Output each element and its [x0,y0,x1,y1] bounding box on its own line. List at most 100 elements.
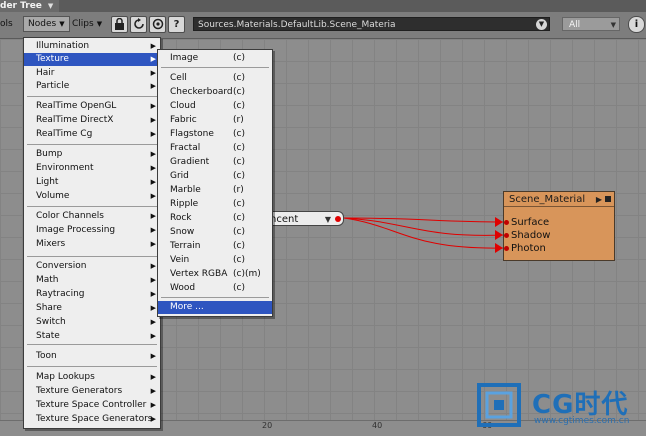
menu-item-mixers[interactable]: Mixers ▶ [24,238,160,251]
texture-item-terrain[interactable]: Terrain (c) [158,240,272,253]
expand-icon[interactable]: ▶ [596,192,602,207]
menu-item-bump[interactable]: Bump ▶ [24,148,160,161]
submenu-arrow-icon: ▶ [150,387,156,395]
refresh-icon[interactable] [130,16,147,33]
texture-item-marble[interactable]: Marble (r) [158,184,272,197]
lock-icon[interactable] [111,16,128,33]
menu-item-label: Vein [170,255,190,265]
texture-item-grid[interactable]: Grid (c) [158,170,272,183]
input-arrow-icon [495,230,503,240]
tools-menu-label: ols [0,19,13,29]
nodes-menu-button[interactable]: Nodes ▼ [23,16,70,32]
menu-item-label: Terrain [170,241,201,251]
menu-item-raytracing[interactable]: Raytracing ▶ [24,288,160,301]
output-port[interactable] [605,196,611,202]
menu-item-texture-space-controller[interactable]: Texture Space Controller ▶ [24,399,160,412]
texture-item-gradient[interactable]: Gradient (c) [158,156,272,169]
texture-item-snow[interactable]: Snow (c) [158,226,272,239]
chevron-down-icon: ▼ [96,20,103,28]
menu-item-label: Color Channels [36,211,104,221]
texture-item-vertex-rgba[interactable]: Vertex RGBA (c)(m) [158,268,272,281]
menu-item-texture[interactable]: Texture ▶ [24,53,160,66]
menu-item-conversion[interactable]: Conversion ▶ [24,260,160,273]
menu-item-texture-generators[interactable]: Texture Generators ▶ [24,385,160,398]
input-port-shadow[interactable]: Shadow [495,229,550,242]
scene-material-node[interactable]: Scene_Material ▶ Surface Shadow Photon [495,191,615,261]
output-port[interactable] [335,216,341,222]
menu-item-color-channels[interactable]: Color Channels ▶ [24,210,160,223]
menu-item-label: Grid [170,171,189,181]
ruler-tick: 40 [372,421,383,430]
menu-item-particle[interactable]: Particle ▶ [24,80,160,93]
menu-item-realtime-cg[interactable]: RealTime Cg ▶ [24,128,160,141]
menu-item-math[interactable]: Math ▶ [24,274,160,287]
menu-item-state[interactable]: State ▶ [24,330,160,343]
path-value: Sources.Materials.DefaultLib.Scene_Mater… [198,20,396,30]
tools-menu-button[interactable]: ols [0,17,13,31]
menu-item-hair[interactable]: Hair ▶ [24,67,160,80]
texture-item-more[interactable]: More ... [158,301,272,314]
menu-item-label: Fabric [170,115,197,125]
menu-item-volume[interactable]: Volume ▶ [24,190,160,203]
path-field[interactable]: Sources.Materials.DefaultLib.Scene_Mater… [193,17,550,31]
menu-separator [161,67,269,68]
menu-item-realtime-directx[interactable]: RealTime DirectX ▶ [24,114,160,127]
input-port-surface[interactable]: Surface [495,216,549,229]
menu-separator [27,366,157,367]
texture-item-fabric[interactable]: Fabric (r) [158,114,272,127]
submenu-arrow-icon: ▶ [150,130,156,138]
menu-item-image-processing[interactable]: Image Processing ▶ [24,224,160,237]
menu-item-environment[interactable]: Environment ▶ [24,162,160,175]
submenu-arrow-icon: ▶ [150,226,156,234]
texture-item-fractal[interactable]: Fractal (c) [158,142,272,155]
collapse-icon[interactable]: ▼ [325,212,331,227]
filter-select[interactable]: All ▼ [562,17,620,31]
menu-item-shortcut: (c) [233,53,245,63]
chevron-down-icon: ▼ [59,20,65,28]
chevron-down-icon[interactable]: ▼ [536,19,547,30]
menu-item-shortcut: (c)(m) [233,269,261,279]
menu-item-switch[interactable]: Switch ▶ [24,316,160,329]
menu-separator [27,206,157,207]
menu-item-label: RealTime Cg [36,129,93,139]
help-icon[interactable]: ? [168,16,185,33]
texture-item-rock[interactable]: Rock (c) [158,212,272,225]
menu-item-label: Raytracing [36,289,85,299]
scene-material-node-title: Scene_Material [509,194,586,205]
submenu-arrow-icon: ▶ [150,212,156,220]
menu-item-realtime-opengl[interactable]: RealTime OpenGL ▶ [24,100,160,113]
settings-icon[interactable] [149,16,166,33]
texture-item-wood[interactable]: Wood (c) [158,282,272,295]
texture-item-checkerboard[interactable]: Checkerboard (c) [158,86,272,99]
texture-item-flagstone[interactable]: Flagstone (c) [158,128,272,141]
clips-menu-button[interactable]: Clips ▼ [72,17,102,31]
menu-item-share[interactable]: Share ▶ [24,302,160,315]
submenu-arrow-icon: ▶ [150,192,156,200]
texture-item-cell[interactable]: Cell (c) [158,72,272,85]
nodes-dropdown-menu: Illumination ▶ Texture ▶ Hair ▶ Particle ▶ RealT… [23,37,161,429]
menu-item-shortcut: (c) [233,157,245,167]
submenu-arrow-icon: ▶ [150,69,156,77]
scene-material-node-header[interactable]: Scene_Material ▶ [504,192,614,207]
menu-item-map-lookups[interactable]: Map Lookups ▶ [24,371,160,384]
menu-item-light[interactable]: Light ▶ [24,176,160,189]
menu-item-texture-space-generators[interactable]: Texture Space Generators ▶ [24,413,160,426]
info-icon[interactable]: i [628,16,645,33]
window-title-tab[interactable]: der Tree ▼ [0,0,60,12]
source-node[interactable]: ncent ▼ [262,211,344,226]
menu-item-label: Math [36,275,59,285]
chevron-down-icon: ▼ [47,2,54,10]
source-node-label: ncent [270,214,299,225]
watermark: CG时代 www.cgtimes.com.cn [472,380,646,435]
texture-item-vein[interactable]: Vein (c) [158,254,272,267]
texture-item-ripple[interactable]: Ripple (c) [158,198,272,211]
menu-item-label: Flagstone [170,129,214,139]
texture-item-image[interactable]: Image (c) [158,52,272,65]
submenu-arrow-icon: ▶ [150,150,156,158]
texture-item-cloud[interactable]: Cloud (c) [158,100,272,113]
menu-item-toon[interactable]: Toon ▶ [24,350,160,363]
menu-item-illumination[interactable]: Illumination ▶ [24,40,160,53]
input-port-photon[interactable]: Photon [495,242,546,255]
menu-item-label: Image [170,53,199,63]
menu-separator [27,256,157,257]
